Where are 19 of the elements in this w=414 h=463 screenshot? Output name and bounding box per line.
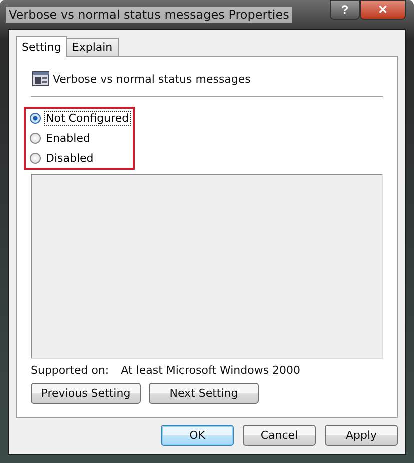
supported-label: Supported on:: [31, 364, 110, 377]
close-button[interactable]: ✕: [360, 0, 406, 20]
nav-button[interactable]: Next Setting: [149, 383, 259, 404]
policy-title: Verbose vs normal status messages: [53, 72, 251, 86]
radio-button[interactable]: [30, 153, 41, 164]
window-title: Verbose vs normal status messages Properties: [6, 6, 292, 22]
dialog-button[interactable]: Apply: [325, 425, 398, 446]
supported-value: At least Microsoft Windows 2000: [121, 364, 301, 377]
tab[interactable]: Setting: [16, 36, 68, 57]
policy-icon: [32, 71, 50, 87]
radio-button[interactable]: [30, 113, 41, 124]
help-button[interactable]: ?: [330, 0, 360, 20]
radio-button[interactable]: [30, 133, 41, 144]
dialog-button[interactable]: Cancel: [243, 425, 316, 446]
nav-button[interactable]: Previous Setting: [31, 383, 141, 404]
radio-option[interactable]: Disabled: [30, 151, 132, 166]
tab[interactable]: Explain: [66, 38, 119, 56]
radio-option[interactable]: Enabled: [30, 131, 132, 146]
dialog-button[interactable]: OK: [161, 425, 234, 446]
